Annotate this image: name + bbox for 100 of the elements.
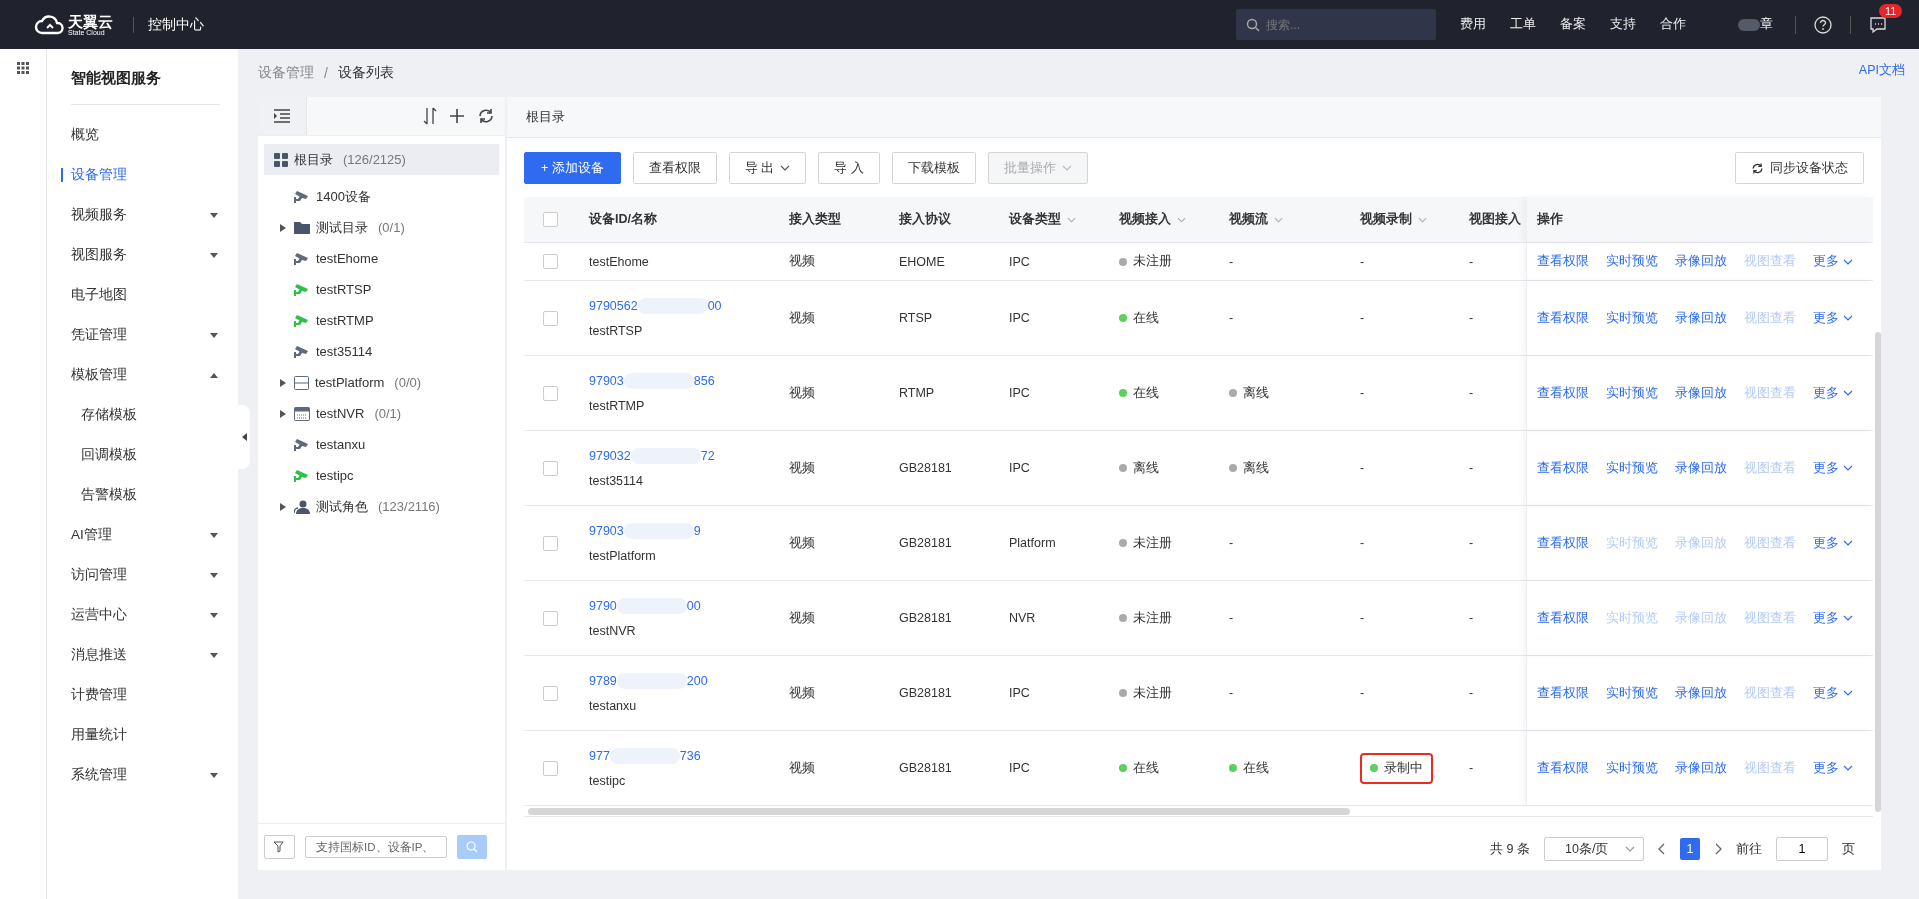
sidebar-item[interactable]: 计费管理	[47, 675, 238, 715]
row-checkbox[interactable]	[543, 385, 558, 401]
device-id-link[interactable]: 979032	[589, 449, 631, 463]
expand-arrow-icon[interactable]	[280, 223, 286, 232]
add-icon[interactable]	[449, 107, 465, 125]
sidebar-item[interactable]: 视图服务	[47, 235, 238, 275]
action-link[interactable]: 查看权限	[1537, 534, 1589, 552]
page-size-select[interactable]: 10条/页	[1544, 837, 1644, 861]
tree-item[interactable]: testPlatform (0/0)	[264, 367, 499, 398]
toolbar-button[interactable]: 导 入	[818, 152, 880, 184]
sidebar-item[interactable]: 系统管理	[47, 755, 238, 795]
device-id-link[interactable]: 00	[707, 299, 722, 313]
action-link[interactable]: 查看权限	[1537, 384, 1589, 402]
device-id-link[interactable]: 97903	[589, 374, 624, 388]
prev-page-icon[interactable]	[1658, 843, 1666, 855]
tree-item[interactable]: testEhome	[264, 243, 499, 274]
action-link[interactable]: 实时预览	[1606, 253, 1658, 270]
device-id-link[interactable]: 9789	[589, 674, 617, 688]
tree-item[interactable]: 1400设备	[264, 181, 499, 212]
row-checkbox[interactable]	[543, 254, 558, 269]
tree-item[interactable]: testipc	[264, 460, 499, 491]
tree-item[interactable]: 测试目录 (0/1)	[264, 212, 499, 243]
device-id-link[interactable]: 97903	[589, 524, 624, 538]
action-link[interactable]: 实时预览	[1606, 759, 1658, 777]
sort-icon[interactable]	[423, 107, 437, 125]
row-checkbox[interactable]	[543, 535, 558, 551]
sidebar-item[interactable]: 运营中心	[47, 595, 238, 635]
row-checkbox[interactable]	[543, 685, 558, 701]
filter-chevron-icon[interactable]	[1274, 216, 1283, 223]
device-id-link[interactable]: 9790562	[589, 299, 638, 313]
device-id-link[interactable]: 200	[686, 674, 708, 688]
sidebar-subitem[interactable]: 存储模板	[47, 395, 238, 435]
collapse-handle[interactable]	[238, 405, 250, 469]
sidebar-item[interactable]: 模板管理	[47, 355, 238, 395]
sidebar-item[interactable]: 用量统计	[47, 715, 238, 755]
search-input[interactable]: 搜索...	[1266, 9, 1426, 40]
action-link[interactable]: 录像回放	[1675, 309, 1727, 327]
action-link[interactable]: 查看权限	[1537, 684, 1589, 702]
expand-arrow-icon[interactable]	[280, 502, 286, 511]
device-id-link[interactable]: 977	[589, 749, 610, 763]
row-checkbox[interactable]	[543, 460, 558, 476]
action-link[interactable]: 更多	[1813, 253, 1853, 270]
row-checkbox[interactable]	[543, 760, 558, 776]
action-link[interactable]: 更多	[1813, 459, 1853, 477]
action-link[interactable]: 录像回放	[1675, 684, 1727, 702]
sidebar-item[interactable]: 凭证管理	[47, 315, 238, 355]
filter-chevron-icon[interactable]	[1177, 216, 1186, 223]
toolbar-button[interactable]: 下载模板	[891, 152, 976, 184]
nav-link[interactable]: 合作	[1660, 16, 1686, 33]
action-link[interactable]: 录像回放	[1675, 384, 1727, 402]
tree-item[interactable]: test35114	[264, 336, 499, 367]
next-page-icon[interactable]	[1714, 843, 1722, 855]
action-link[interactable]: 录像回放	[1675, 253, 1727, 270]
expand-arrow-icon[interactable]	[280, 378, 286, 387]
page-number[interactable]: 1	[1680, 838, 1700, 860]
action-link[interactable]: 实时预览	[1606, 684, 1658, 702]
action-link[interactable]: 实时预览	[1606, 384, 1658, 402]
search-button[interactable]	[457, 835, 487, 859]
apps-grid-icon[interactable]	[17, 62, 29, 74]
action-link[interactable]: 查看权限	[1537, 759, 1589, 777]
action-link[interactable]: 录像回放	[1675, 759, 1727, 777]
outdent-icon[interactable]	[274, 109, 290, 123]
sidebar-item[interactable]: 概览	[47, 115, 238, 155]
toolbar-button[interactable]: 导 出	[728, 152, 807, 184]
nav-link[interactable]: 费用	[1460, 16, 1486, 33]
expand-arrow-icon[interactable]	[280, 409, 286, 418]
device-id-link[interactable]: 856	[693, 374, 715, 388]
sidebar-item[interactable]: 电子地图	[47, 275, 238, 315]
horizontal-scrollbar[interactable]	[528, 807, 1350, 815]
refresh-icon[interactable]	[477, 107, 495, 125]
action-link[interactable]: 更多	[1813, 684, 1853, 702]
device-id-link[interactable]: 72	[700, 449, 715, 463]
sync-status-button[interactable]: 同步设备状态	[1735, 152, 1864, 184]
action-link[interactable]: 更多	[1813, 609, 1853, 627]
device-id-link[interactable]: 736	[679, 749, 701, 763]
tree-item[interactable]: testRTSP	[264, 274, 499, 305]
action-link[interactable]: 实时预览	[1606, 459, 1658, 477]
search-field[interactable]: 搜索...	[1236, 9, 1436, 40]
row-checkbox[interactable]	[543, 310, 558, 326]
sidebar-item[interactable]: 访问管理	[47, 555, 238, 595]
action-link[interactable]: 查看权限	[1537, 253, 1589, 270]
action-link[interactable]: 查看权限	[1537, 609, 1589, 627]
action-link[interactable]: 查看权限	[1537, 309, 1589, 327]
page-input[interactable]: 1	[1776, 837, 1828, 861]
device-id-link[interactable]: 9	[693, 524, 701, 538]
device-id-link[interactable]: 00	[686, 599, 701, 613]
api-docs-link[interactable]: API文档	[1858, 61, 1905, 79]
tree-search-field[interactable]: 支持国标ID、设备IP、	[305, 836, 447, 858]
sidebar-item[interactable]: AI管理	[47, 515, 238, 555]
action-link[interactable]: 实时预览	[1606, 309, 1658, 327]
user-avatar[interactable]	[1738, 18, 1760, 31]
sidebar-item[interactable]: 消息推送	[47, 635, 238, 675]
device-id-link[interactable]: 9790	[589, 599, 617, 613]
toolbar-button[interactable]: 查看权限	[632, 152, 717, 184]
tree-item[interactable]: testNVR (0/1)	[264, 398, 499, 429]
user-name[interactable]: 章	[1760, 16, 1773, 33]
nav-link[interactable]: 工单	[1510, 16, 1536, 33]
sidebar-item[interactable]: 设备管理	[47, 155, 238, 195]
row-checkbox[interactable]	[543, 610, 558, 626]
action-link[interactable]: 录像回放	[1675, 459, 1727, 477]
